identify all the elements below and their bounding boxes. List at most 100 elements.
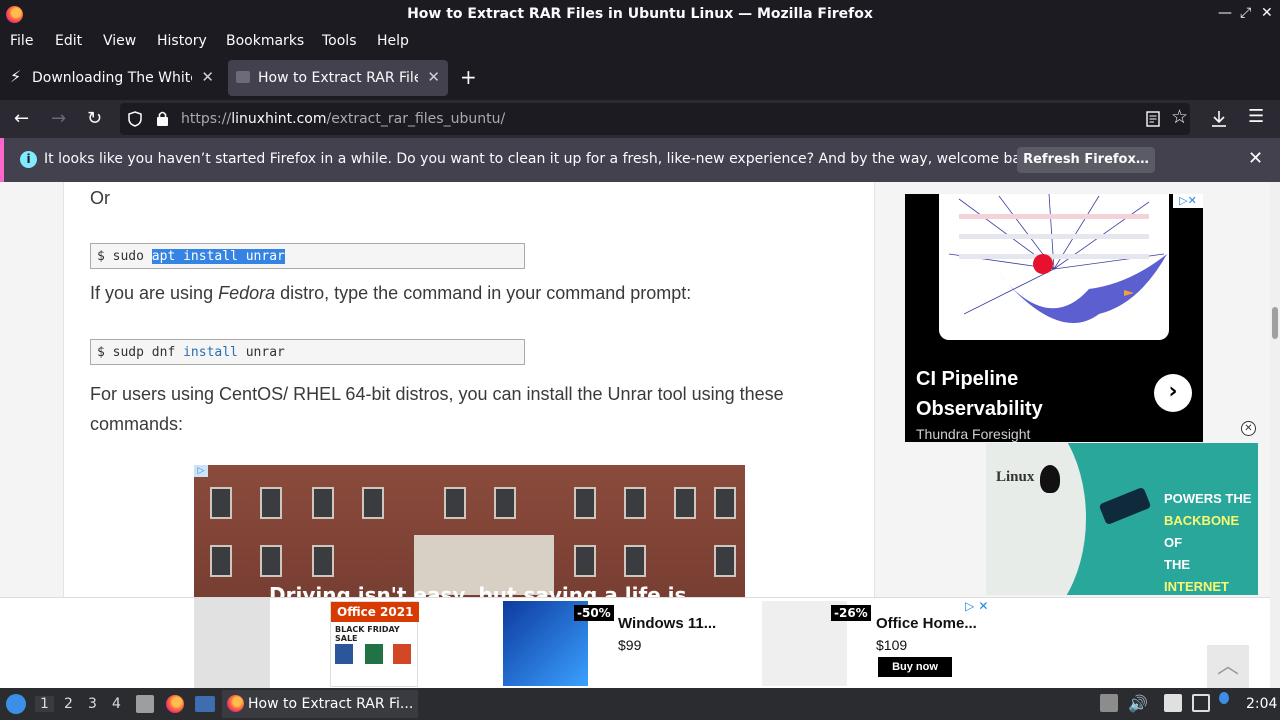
adchoices-icon[interactable]: ▷ (194, 465, 208, 477)
notification-message: It looks like you haven’t started Firefo… (44, 151, 1043, 167)
reader-view-icon[interactable] (1146, 111, 1160, 127)
hamburger-menu-icon[interactable]: ☰ (1248, 106, 1264, 127)
reload-button[interactable]: ↻ (87, 108, 102, 129)
lightning-icon: ⚡ (10, 67, 22, 86)
scrollbar-thumb[interactable] (1272, 307, 1278, 339)
menu-file[interactable]: File (10, 33, 33, 49)
product-windows-11[interactable]: -50% Windows 11... $99 (503, 601, 753, 686)
ad-ci-pipeline[interactable]: ▷✕ CI Pipeline Observability Thundra For… (905, 193, 1203, 442)
workspace-1[interactable]: 1 (35, 696, 54, 712)
tux-penguin-icon (1040, 465, 1060, 493)
taskbar-window-firefox[interactable]: How to Extract RAR Fi... (222, 690, 418, 718)
close-tab-icon[interactable]: ✕ (201, 68, 214, 86)
linux-logo: Linux (996, 469, 1035, 485)
building-window (210, 487, 232, 519)
tab-extract-rar[interactable]: How to Extract RAR Files i ✕ (228, 60, 448, 96)
code-block-apt[interactable]: $ sudo apt install unrar (90, 243, 525, 269)
favicon-icon (236, 71, 250, 83)
building-window (494, 487, 516, 519)
ad-sponsor: Thundra Foresight (916, 426, 1031, 442)
tray-clipboard-icon[interactable] (1100, 694, 1118, 712)
building-window (312, 545, 334, 577)
minimize-button[interactable]: — (1218, 5, 1232, 21)
tray-file-icon[interactable] (1164, 694, 1182, 712)
building-window (674, 487, 696, 519)
workspace-2[interactable]: 2 (64, 696, 73, 712)
code-block-dnf[interactable]: $ sudp dnf install unrar (90, 339, 525, 365)
product-name[interactable]: Office Home... (876, 615, 977, 632)
ad-tagline: POWERS THE BACKBONE OF THE INTERNET (1164, 491, 1252, 594)
start-menu-icon[interactable] (6, 694, 26, 714)
product-price: $109 (876, 637, 908, 653)
menu-tools[interactable]: Tools (322, 33, 357, 49)
phone-icon (1098, 486, 1152, 526)
ad-background-shape (986, 443, 1086, 595)
workspace-3[interactable]: 3 (88, 696, 97, 712)
ad-linux[interactable]: Linux POWERS THE BACKBONE OF THE INTERNE… (986, 443, 1258, 595)
tab-downloading[interactable]: ⚡ Downloading The White Ho ✕ (2, 60, 222, 96)
building-window (362, 487, 384, 519)
workspace-4[interactable]: 4 (112, 696, 121, 712)
bottom-ad-banner[interactable]: Office 2021 BLACK FRIDAY SALE -50% Windo… (0, 597, 1270, 689)
adchoices-icon[interactable]: ▷✕ (1173, 194, 1203, 208)
refresh-firefox-button[interactable]: Refresh Firefox… (1017, 147, 1155, 173)
close-tab-icon[interactable]: ✕ (427, 68, 440, 86)
office-2021-banner[interactable]: Office 2021 BLACK FRIDAY SALE (330, 601, 419, 687)
firefox-launcher-icon[interactable] (166, 695, 184, 713)
building-window (260, 545, 282, 577)
file-manager-icon[interactable] (136, 695, 154, 713)
ad-chevron-right-icon[interactable]: › (1154, 374, 1192, 412)
buy-now-button[interactable]: Buy now (878, 657, 952, 677)
terminal-icon[interactable] (195, 696, 215, 712)
taskbar-window-label: How to Extract RAR Fi... (248, 696, 414, 712)
ad-close-icon[interactable]: ✕ (1241, 421, 1256, 436)
ad-headline[interactable]: CI Pipeline Observability (916, 364, 1126, 424)
building-window (624, 487, 646, 519)
product-office-home[interactable]: -26% Office Home... $109 Buy now (762, 601, 992, 686)
adchoices-close-icon[interactable]: ▷ ✕ (965, 599, 988, 613)
tab-bar: ⚡ Downloading The White Ho ✕ How to Extr… (0, 56, 1280, 100)
or-text: Or (90, 188, 110, 208)
close-notification-icon[interactable]: ✕ (1248, 148, 1263, 169)
building-window (574, 545, 596, 577)
new-tab-button[interactable]: + (460, 65, 477, 89)
fedora-paragraph: If you are using Fedora distro, type the… (90, 283, 692, 303)
tab-label: How to Extract RAR Files i (258, 70, 418, 86)
forward-button[interactable]: → (51, 108, 66, 129)
word-icon (335, 644, 353, 664)
tray-display-icon[interactable] (1192, 694, 1210, 712)
discount-badge: -50% (574, 605, 614, 621)
product-price: $99 (618, 637, 642, 653)
menu-edit[interactable]: Edit (55, 33, 82, 49)
clock: 2:04 (1246, 696, 1278, 712)
shield-icon[interactable] (128, 111, 142, 127)
menu-view[interactable]: View (103, 33, 136, 49)
url-bar[interactable]: https://linuxhint.com/extract_rar_files_… (120, 103, 1190, 135)
building-window (714, 545, 736, 577)
navigation-bar: ← → ↻ https://linuxhint.com/extract_rar_… (0, 100, 1280, 138)
volume-icon[interactable]: 🔊 (1128, 694, 1148, 713)
product-name[interactable]: Windows 11... (618, 615, 716, 632)
building-window (312, 487, 334, 519)
back-button[interactable]: ← (14, 108, 29, 129)
building-window (260, 487, 282, 519)
bookmark-star-icon[interactable]: ☆ (1171, 106, 1188, 128)
excel-icon (365, 644, 383, 664)
menu-history[interactable]: History (157, 33, 207, 49)
ad-illustration (939, 193, 1169, 340)
taskbar: 1 2 3 4 How to Extract RAR Fi... 🔊 2:04 (0, 688, 1280, 720)
building-window (210, 545, 232, 577)
menu-bookmarks[interactable]: Bookmarks (226, 33, 304, 49)
building-window (714, 487, 736, 519)
downloads-icon[interactable] (1211, 110, 1227, 128)
lock-icon[interactable] (156, 110, 169, 127)
notification-bar: i It looks like you haven’t started Fire… (0, 138, 1280, 182)
centos-paragraph: For users using CentOS/ RHEL 64-bit dist… (90, 384, 784, 434)
page-scrollbar[interactable] (1270, 182, 1280, 688)
menu-help[interactable]: Help (377, 33, 409, 49)
scroll-to-top-button[interactable]: ︿ (1207, 645, 1249, 689)
maximize-button[interactable]: ⤢ (1240, 5, 1251, 21)
tray-notification-icon[interactable] (1219, 692, 1229, 704)
close-window-button[interactable]: ✕ (1261, 5, 1273, 21)
url-text[interactable]: https://linuxhint.com/extract_rar_files_… (181, 111, 505, 127)
